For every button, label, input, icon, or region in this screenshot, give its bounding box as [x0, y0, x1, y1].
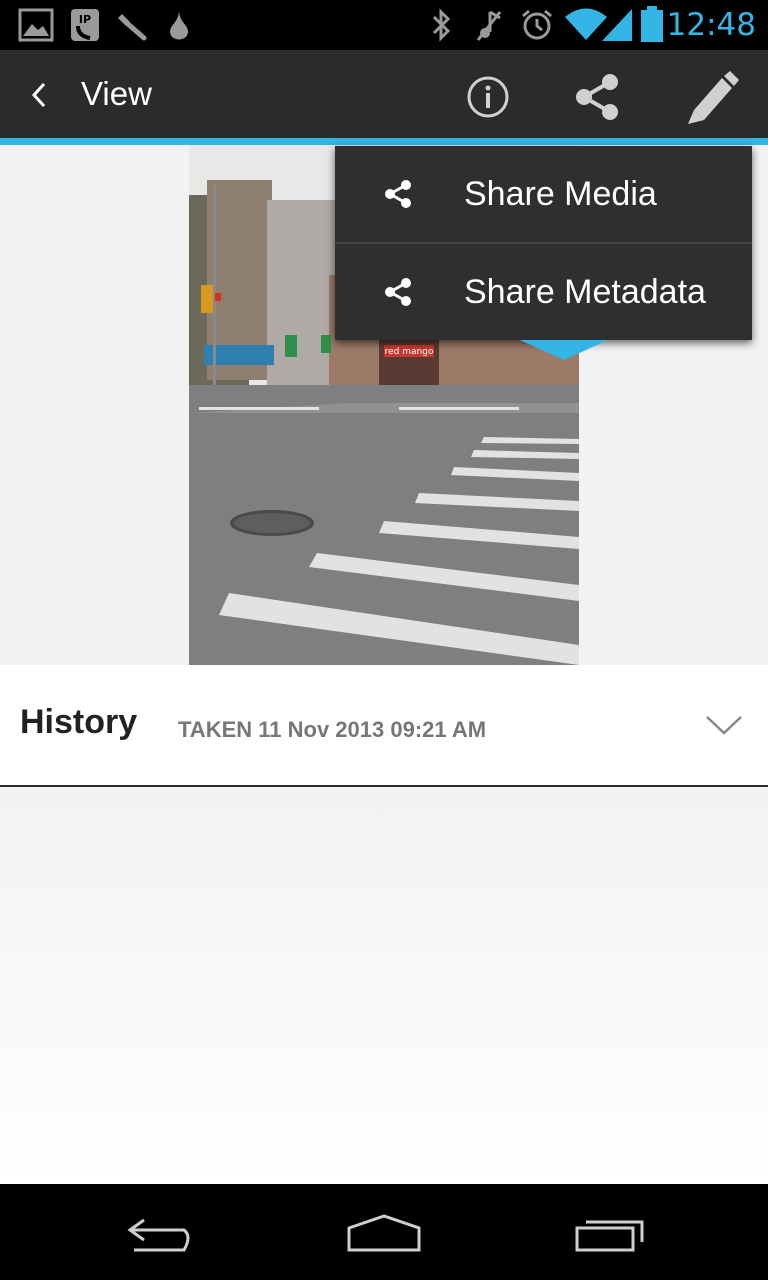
sip-call-icon: IP — [71, 9, 99, 41]
history-title: History — [20, 703, 138, 741]
history-content — [0, 787, 768, 1184]
menu-item-label: Share Metadata — [464, 273, 706, 311]
gallery-icon — [18, 8, 54, 42]
menu-item-label: Share Media — [464, 175, 657, 213]
signal-icon — [602, 9, 632, 41]
home-icon[interactable] — [346, 1214, 422, 1254]
tools-icon — [118, 14, 147, 41]
share-icon[interactable] — [572, 72, 622, 122]
alarm-icon — [522, 9, 552, 40]
share-menu: Share Media Share Metadata — [335, 146, 752, 340]
action-bar: View — [0, 50, 768, 138]
menu-item-share-metadata[interactable]: Share Metadata — [335, 244, 752, 340]
clock: 12:48 — [666, 7, 756, 43]
menu-pointer — [520, 340, 608, 360]
back-icon[interactable] — [124, 1214, 196, 1254]
back-chevron-icon[interactable] — [26, 80, 54, 110]
shop-sign-text: red mango — [385, 347, 434, 357]
edit-icon[interactable] — [684, 70, 740, 126]
history-row[interactable]: History TAKEN 11 Nov 2013 09:21 AM — [0, 665, 768, 785]
battery-icon — [641, 6, 663, 42]
info-icon[interactable] — [465, 74, 511, 120]
accent-divider — [0, 138, 768, 145]
drop-icon — [170, 11, 188, 40]
chevron-down-icon[interactable] — [704, 713, 744, 737]
navigation-bar — [0, 1184, 768, 1280]
bluetooth-icon — [432, 8, 451, 42]
share-icon — [385, 278, 411, 306]
mute-icon — [476, 10, 502, 41]
recent-apps-icon[interactable] — [574, 1216, 646, 1254]
status-bar: IP 12:48 — [0, 0, 768, 50]
menu-item-share-media[interactable]: Share Media — [335, 146, 752, 242]
history-meta: TAKEN 11 Nov 2013 09:21 AM — [178, 717, 487, 742]
share-icon — [385, 180, 411, 208]
svg-text:IP: IP — [79, 13, 91, 26]
page-title: View — [81, 75, 152, 112]
